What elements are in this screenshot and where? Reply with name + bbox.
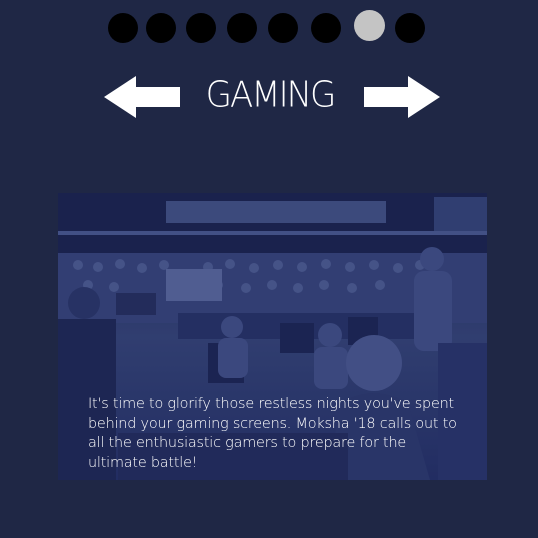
card-caption: It's time to glorify those restless nigh… [88,396,457,471]
carousel-dot-5[interactable] [268,13,298,43]
carousel-dot-3[interactable] [186,13,216,43]
carousel-dot-4[interactable] [227,13,257,43]
prev-button[interactable] [104,76,182,118]
arrow-left-icon [104,76,180,118]
arrow-right-icon [364,76,440,118]
carousel-dots [108,10,426,44]
page-title: GAMING [205,74,337,116]
next-button[interactable] [362,76,440,118]
carousel-dot-7-active[interactable] [354,10,385,41]
carousel-dot-2[interactable] [146,13,176,43]
event-card: It's time to glorify those restless nigh… [58,193,487,480]
carousel-dot-8[interactable] [395,13,425,43]
carousel-dot-6[interactable] [311,13,341,43]
carousel-dot-1[interactable] [108,13,138,43]
